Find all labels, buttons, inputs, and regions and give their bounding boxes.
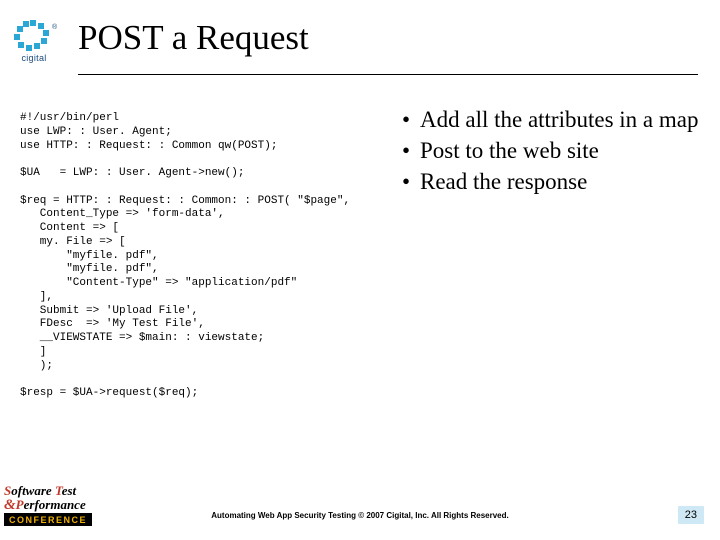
bullet-item: • Read the response	[400, 168, 705, 197]
bullet-dot-icon: •	[400, 106, 420, 135]
bullet-text: Read the response	[420, 168, 587, 197]
cigital-mark-icon: ®	[8, 20, 60, 52]
brand-logo: ® cigital	[8, 20, 60, 63]
bullet-text: Post to the web site	[420, 137, 599, 166]
page-number: 23	[678, 506, 704, 524]
trademark-symbol: ®	[52, 23, 58, 31]
bullet-text: Add all the attributes in a map	[420, 106, 698, 135]
conference-logo-icon: Software Test &Performance CONFERENCE	[4, 483, 94, 531]
bullet-list: • Add all the attributes in a map • Post…	[400, 106, 705, 198]
code-block: #!/usr/bin/perl use LWP: : User. Agent; …	[20, 112, 395, 401]
brand-name: cigital	[8, 53, 60, 63]
bullet-item: • Add all the attributes in a map	[400, 106, 705, 135]
bullet-dot-icon: •	[400, 168, 420, 197]
footer-copyright: Automating Web App Security Testing © 20…	[0, 511, 720, 520]
title-underline	[78, 74, 698, 75]
slide: ® cigital POST a Request #!/usr/bin/perl…	[0, 0, 720, 540]
bullet-item: • Post to the web site	[400, 137, 705, 166]
bullet-dot-icon: •	[400, 137, 420, 166]
slide-title: POST a Request	[78, 18, 309, 58]
svg-text:Software Test: Software Test	[4, 483, 77, 498]
conference-logo: Software Test &Performance CONFERENCE	[4, 483, 94, 536]
